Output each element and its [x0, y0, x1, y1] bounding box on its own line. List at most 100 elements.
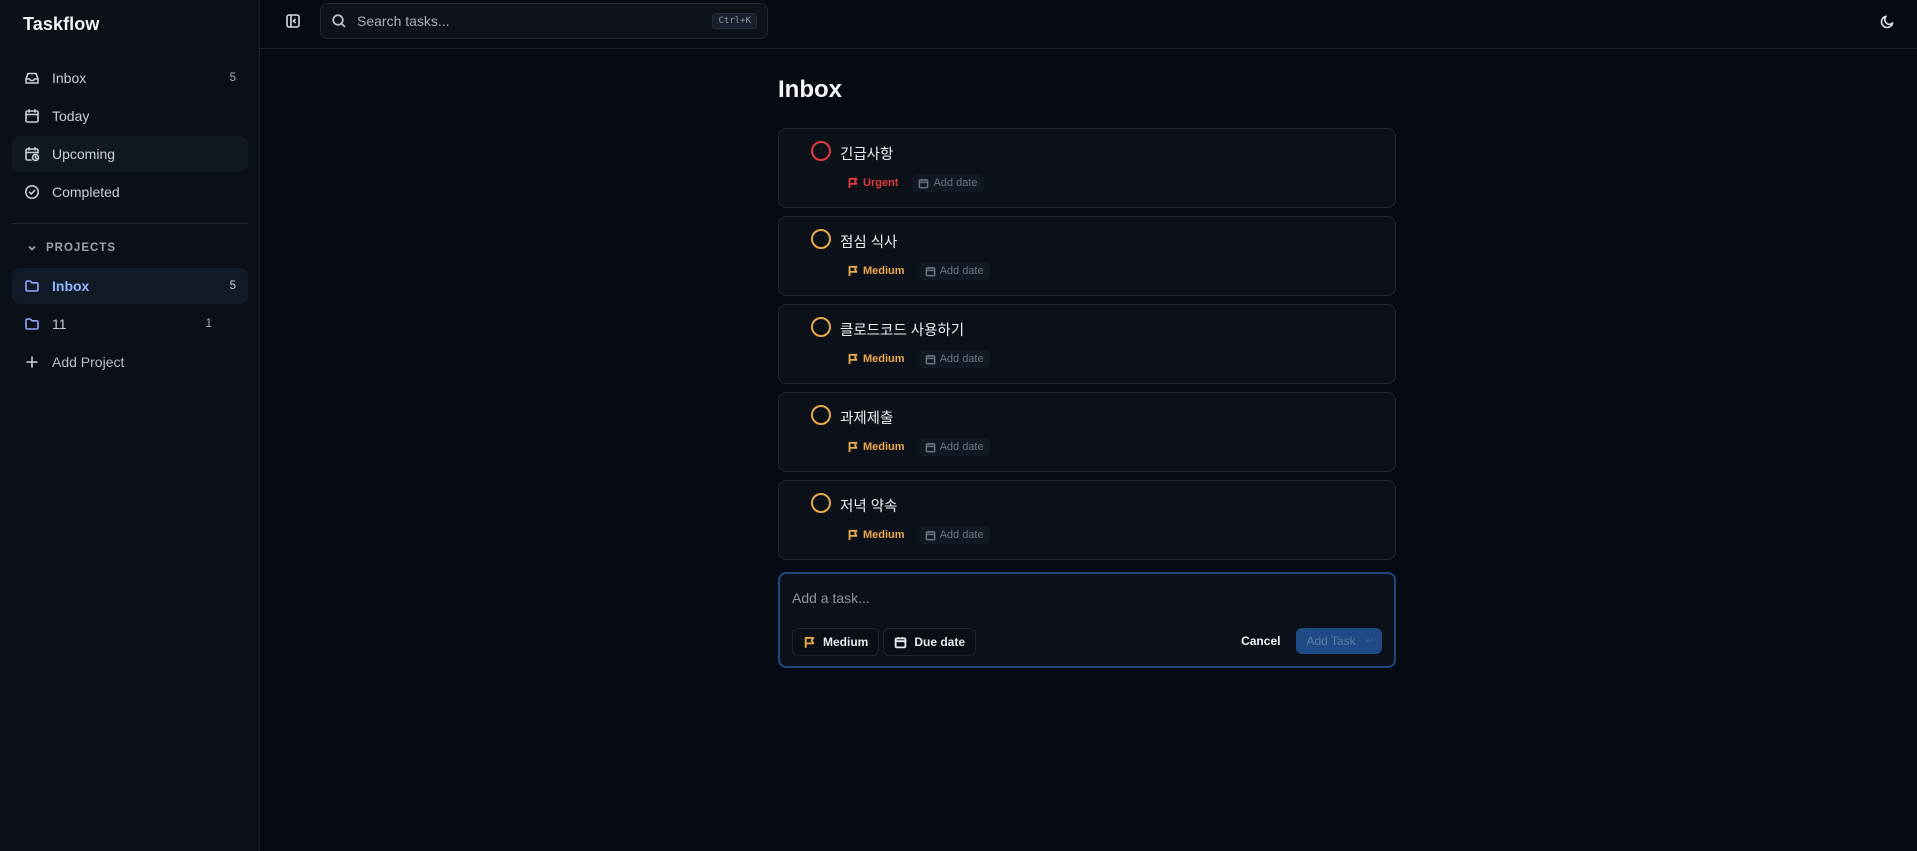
add-project-button[interactable]: Add Project	[12, 344, 248, 380]
projects-heading-label: PROJECTS	[46, 242, 116, 254]
task-title[interactable]: 긴급사항	[840, 143, 893, 164]
task-meta: Urgent Add date	[847, 174, 984, 192]
calendar-icon	[919, 178, 929, 188]
add-date-button[interactable]: Add date	[918, 350, 990, 368]
date-label: Add date	[939, 441, 984, 453]
panel-left-icon	[286, 14, 300, 28]
task-title[interactable]: 점심 식사	[840, 231, 897, 252]
add-date-button[interactable]: Add date	[918, 526, 990, 544]
nav-label: Upcoming	[52, 146, 116, 162]
task-item[interactable]: 과제제출 Medium Add date	[778, 392, 1396, 472]
project-item-inbox[interactable]: Inbox 5	[12, 268, 248, 304]
project-count: 5	[229, 280, 236, 292]
topbar: Ctrl+K	[260, 0, 1917, 49]
new-task-input[interactable]	[792, 587, 1372, 609]
task-title[interactable]: 클로드코드 사용하기	[840, 319, 964, 340]
composer-options: Medium Due date	[792, 628, 980, 656]
sidebar: Taskflow Inbox 5 Today Upcoming Complete…	[0, 0, 260, 851]
folder-icon	[24, 316, 40, 332]
sidebar-divider	[12, 223, 248, 224]
projects-heading[interactable]: PROJECTS	[26, 242, 116, 254]
priority-label: Medium	[863, 265, 905, 277]
priority-label: Medium	[863, 441, 905, 453]
task-content: Inbox 긴급사항 Urgent Add date 점심 식사 Medium …	[778, 72, 1396, 668]
nav-item-today[interactable]: Today	[12, 98, 248, 134]
calendar-icon	[925, 354, 935, 364]
priority-badge[interactable]: Medium	[847, 529, 905, 541]
priority-label: Medium	[863, 529, 905, 541]
priority-label: Urgent	[863, 177, 899, 189]
nav-label: Inbox	[52, 70, 87, 86]
check-circle-icon	[24, 184, 40, 200]
date-label: Add date	[939, 265, 984, 277]
task-checkbox[interactable]	[811, 405, 831, 425]
task-title[interactable]: 과제제출	[840, 407, 893, 428]
app-brand: Taskflow	[23, 14, 100, 34]
task-item[interactable]: 긴급사항 Urgent Add date	[778, 128, 1396, 208]
search-icon	[332, 14, 346, 28]
moon-icon	[1880, 15, 1893, 28]
priority-badge[interactable]: Medium	[847, 353, 905, 365]
calendar-icon	[925, 266, 935, 276]
main-area: Ctrl+K Inbox 긴급사항 Urgent Add date	[260, 0, 1917, 851]
main-nav: Inbox 5 Today Upcoming Completed	[12, 60, 248, 212]
nav-label: Today	[52, 108, 90, 124]
nav-label: Completed	[52, 184, 120, 200]
project-label: 11	[52, 316, 67, 332]
date-label: Add date	[939, 353, 984, 365]
folder-icon	[24, 278, 40, 294]
shortcut-hint: Ctrl+K	[712, 13, 757, 29]
nav-count: 5	[229, 72, 236, 84]
task-item[interactable]: 클로드코드 사용하기 Medium Add date	[778, 304, 1396, 384]
flag-icon	[848, 177, 858, 188]
task-checkbox[interactable]	[811, 141, 831, 161]
task-meta: Medium Add date	[847, 262, 990, 280]
nav-item-completed[interactable]: Completed	[12, 174, 248, 210]
due-date-button[interactable]: Due date	[883, 628, 977, 656]
due-date-label: Due date	[914, 635, 966, 649]
cancel-button[interactable]: Cancel	[1241, 634, 1280, 648]
nav-item-inbox[interactable]: Inbox 5	[12, 60, 248, 96]
flag-icon	[804, 636, 815, 648]
date-label: Add date	[933, 177, 978, 189]
task-meta: Medium Add date	[847, 438, 990, 456]
projects-list: Inbox 5 11 1 Add Project	[12, 268, 248, 382]
priority-badge[interactable]: Urgent	[847, 177, 898, 189]
task-item[interactable]: 점심 식사 Medium Add date	[778, 216, 1396, 296]
inbox-icon	[24, 70, 40, 86]
search-input[interactable]	[357, 13, 713, 29]
task-meta: Medium Add date	[847, 350, 990, 368]
priority-badge[interactable]: Medium	[847, 441, 905, 453]
nav-item-upcoming[interactable]: Upcoming	[12, 136, 248, 172]
task-title[interactable]: 저녁 약속	[840, 495, 897, 516]
priority-label: Medium	[863, 353, 905, 365]
app: Taskflow Inbox 5 Today Upcoming Complete…	[0, 0, 1917, 851]
add-date-button[interactable]: Add date	[912, 174, 984, 192]
priority-select-button[interactable]: Medium	[792, 628, 880, 656]
theme-toggle-button[interactable]	[1877, 11, 1897, 31]
add-project-label: Add Project	[52, 354, 125, 370]
task-checkbox[interactable]	[811, 317, 831, 337]
add-task-button[interactable]: Add Task ↵	[1296, 628, 1382, 654]
search-box[interactable]: Ctrl+K	[320, 3, 768, 39]
task-checkbox[interactable]	[811, 493, 831, 513]
project-item-11[interactable]: 11 1	[12, 306, 248, 342]
sidebar-toggle-button[interactable]	[284, 12, 302, 30]
chevron-down-icon	[28, 245, 36, 251]
add-date-button[interactable]: Add date	[918, 262, 990, 280]
return-icon: ↵	[1365, 635, 1374, 647]
flag-icon	[848, 441, 858, 452]
flag-icon	[848, 265, 858, 276]
calendar-icon	[24, 108, 40, 124]
project-label: Inbox	[52, 278, 90, 294]
composer-actions: Cancel Add Task ↵	[1241, 628, 1382, 654]
priority-badge[interactable]: Medium	[847, 265, 905, 277]
task-composer: Medium Due date Cancel Add Task ↵	[778, 572, 1396, 668]
calendar-clock-icon	[24, 146, 40, 162]
task-item[interactable]: 저녁 약속 Medium Add date	[778, 480, 1396, 560]
task-meta: Medium Add date	[847, 526, 990, 544]
page-title: Inbox	[778, 76, 842, 103]
add-date-button[interactable]: Add date	[918, 438, 990, 456]
task-checkbox[interactable]	[811, 229, 831, 249]
flag-icon	[848, 529, 858, 540]
